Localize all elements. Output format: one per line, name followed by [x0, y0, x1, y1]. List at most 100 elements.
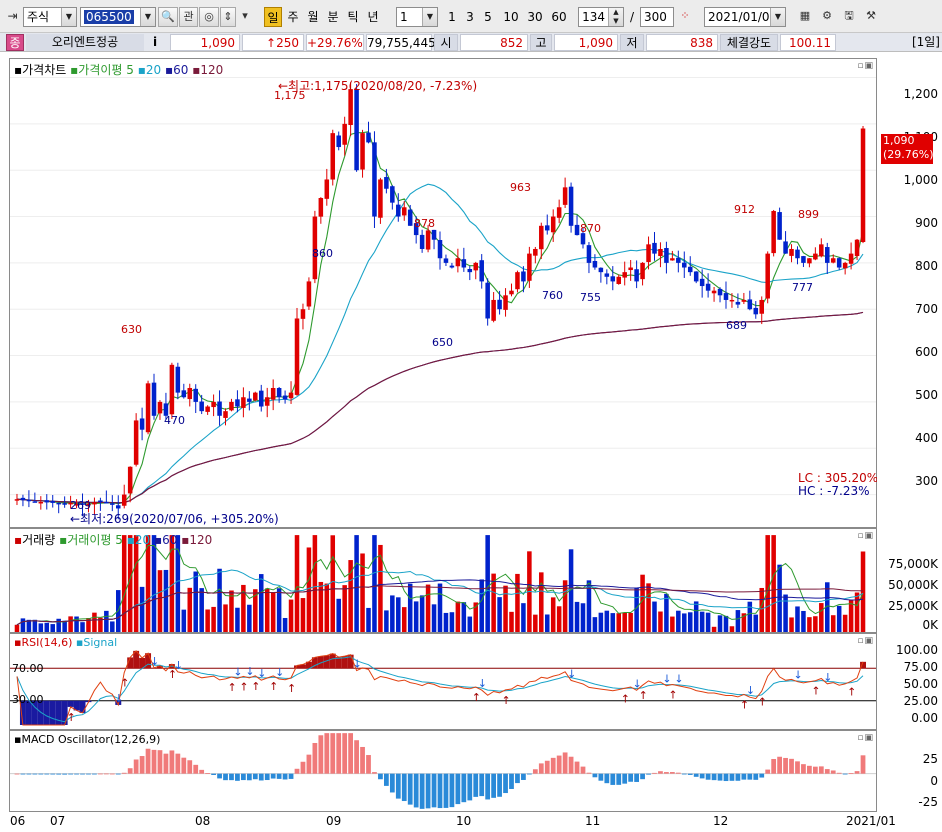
volume-bar — [431, 604, 437, 632]
chevron-down-icon[interactable]: ▼ — [140, 8, 155, 26]
candle-body — [175, 366, 181, 393]
candle-body — [366, 132, 371, 143]
macd-bar — [20, 773, 26, 775]
tools-icon[interactable]: ⚒ — [862, 7, 880, 27]
candle-body — [491, 299, 496, 321]
quick-unit-30[interactable]: 30 — [524, 7, 546, 27]
tab-week[interactable]: 주 — [284, 7, 302, 27]
candle-body — [515, 272, 520, 290]
save-icon[interactable]: 🖫 — [840, 7, 858, 27]
volume-bar — [211, 606, 216, 632]
tab-day[interactable]: 일 — [264, 7, 282, 27]
volume-ma120: 120 — [189, 533, 213, 547]
price-chart-pane[interactable]: ▪가격차트 ▪가격이평 5 ▪20 ▪60 ▪120 ▫▣ ←최고:1,175(… — [9, 58, 878, 528]
candle-body — [819, 244, 824, 257]
candle-body — [467, 268, 473, 273]
price-change-pct: +29.76% — [306, 34, 364, 51]
interest-button[interactable]: 관 — [179, 7, 198, 27]
open-label: 시 — [434, 34, 458, 51]
macd-bar — [407, 773, 413, 805]
view-count-input[interactable]: 134 ▲ ▼ — [578, 7, 624, 27]
trough-label: 760 — [542, 289, 563, 302]
macd-bar — [86, 773, 91, 775]
up-down-stepper[interactable]: ⇕ — [220, 7, 236, 27]
rsi-oversold-fill — [67, 700, 74, 707]
macd-chart-pane[interactable]: ▪MACD Oscillator(12,26,9) ▫▣ — [9, 730, 877, 812]
rsi-legend-signal: Signal — [83, 636, 118, 649]
info-icon[interactable]: i — [146, 34, 164, 51]
rsi-chart-pane[interactable]: ↑ ↓ ↑ ↓ ↑ ↓ ↑ ↓ ↑ ↓ ↑ ↓ ↑ ↓ ↑ ↓ ↑ ↓ ↑ ↓ ↑ ↓ ↑ ↓ ↑ ↓ ↑ ↓ ↑ ↓ ↑ ↓ ↑ ▪RSI(1… — [9, 633, 877, 730]
macd-bar — [163, 753, 169, 774]
tab-minute[interactable]: 분 — [324, 7, 342, 27]
calculator-icon[interactable]: ▦ — [796, 7, 814, 27]
quick-unit-1[interactable]: 1 — [444, 7, 460, 27]
volume-bar — [836, 605, 842, 632]
market-type-select[interactable]: 주식 ▼ — [23, 7, 77, 27]
spin-icon[interactable]: ▲ ▼ — [608, 8, 623, 26]
macd-bar — [503, 773, 508, 794]
settings-round-icon[interactable]: ◎ — [199, 7, 219, 27]
price-chart-svg — [10, 77, 876, 520]
tab-minute-label: 분 — [327, 10, 339, 24]
tab-tick-label: 틱 — [347, 10, 359, 24]
stepper-arrow-icon[interactable]: ▾ — [238, 7, 252, 27]
macd-bar — [145, 748, 151, 774]
rsi-sell-arrow: ↓ — [150, 655, 159, 668]
quick-unit-60[interactable]: 60 — [548, 7, 570, 27]
rsi-buy-arrow: ↑ — [287, 682, 296, 695]
pane-window-buttons[interactable]: ▫▣ — [857, 531, 874, 541]
pane-window-buttons[interactable]: ▫▣ — [857, 636, 874, 646]
grid-dots-icon[interactable]: ⁘ — [676, 7, 694, 27]
volume-bar — [110, 621, 115, 632]
volume-chart-pane[interactable]: ▪거래량 ▪거래이평 5 ▪20 ▪60 ▪120 ▫▣ — [9, 528, 877, 633]
open-price-value: 852 — [500, 36, 523, 50]
macd-bar — [860, 755, 866, 774]
search-icon[interactable]: 🔍 — [158, 7, 178, 27]
chevron-down-icon[interactable]: ▼ — [61, 8, 76, 26]
low-label-text: 저 — [626, 36, 638, 50]
volume-bar — [294, 535, 300, 632]
volume-bar — [717, 615, 723, 632]
candle-body — [282, 395, 288, 400]
macd-bar — [646, 773, 651, 775]
macd-bar — [121, 772, 127, 774]
candle-body — [330, 133, 336, 180]
quick-unit-10[interactable]: 10 — [500, 7, 522, 27]
tab-year[interactable]: 년 — [364, 7, 382, 27]
pane-window-buttons[interactable]: ▫▣ — [857, 733, 874, 743]
stock-name[interactable]: 오리엔트정공 — [26, 34, 144, 51]
volume-ma-label: 거래이평 — [67, 533, 112, 547]
candle-body — [682, 262, 687, 268]
macd-bar — [235, 773, 240, 781]
unit-select[interactable]: 1 ▼ — [396, 7, 438, 27]
volume-bar — [622, 612, 627, 632]
gear-icon[interactable]: ⚙ — [818, 7, 836, 27]
macd-bar — [270, 773, 276, 779]
tab-tick[interactable]: 틱 — [344, 7, 362, 27]
info-icon-glyph: i — [152, 35, 158, 49]
tab-month[interactable]: 월 — [304, 7, 322, 27]
peak-label: 1,175 — [274, 89, 306, 102]
rsi-buy-arrow: ↑ — [740, 698, 749, 711]
pane-window-buttons[interactable]: ▫▣ — [857, 61, 874, 71]
volume-bar — [390, 595, 395, 632]
candle-body — [699, 278, 705, 287]
chevron-down-icon[interactable]: ▼ — [770, 8, 785, 26]
macd-bar — [765, 769, 771, 774]
price-y-axis: 1,200 1,100 1,000 900 800 700 600 500 40… — [877, 58, 942, 528]
macd-bar — [109, 773, 115, 775]
quick-unit-5[interactable]: 5 — [480, 7, 496, 27]
candle-body — [670, 258, 675, 261]
volume-bar — [497, 597, 502, 632]
view-total-input[interactable]: 300 — [640, 7, 674, 27]
chevron-down-icon[interactable]: ▼ — [422, 8, 437, 26]
stock-code-input[interactable]: 065500 ▼ — [80, 7, 156, 27]
date-select[interactable]: 2021/01/06 ▼ — [704, 7, 786, 27]
candle-body — [193, 388, 198, 402]
macd-bar — [568, 756, 574, 774]
link-icon[interactable]: ⇥ — [4, 7, 21, 27]
quick-unit-3[interactable]: 3 — [462, 7, 478, 27]
macd-bar — [443, 773, 449, 808]
candle-body — [336, 135, 341, 148]
macd-bar — [467, 773, 473, 801]
